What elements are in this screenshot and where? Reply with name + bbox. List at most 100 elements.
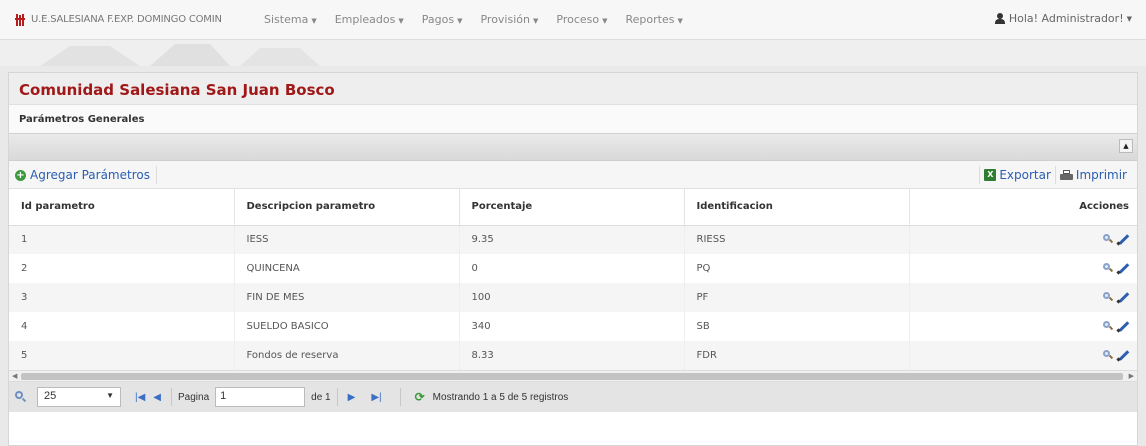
menu-label: Sistema — [264, 13, 309, 26]
menu-label: Proceso — [556, 13, 600, 26]
cell-id: 5 — [9, 341, 235, 370]
page-number-input[interactable]: 1 — [215, 387, 306, 407]
header-decoration — [0, 40, 1146, 66]
cell-id: 4 — [9, 312, 235, 341]
print-label: Imprimir — [1075, 168, 1127, 182]
cell-porcentaje: 0 — [459, 254, 685, 283]
cell-identificacion: FDR — [684, 341, 910, 370]
print-button[interactable]: Imprimir — [1054, 166, 1131, 184]
cell-id: 1 — [9, 225, 235, 254]
export-label: Exportar — [999, 168, 1051, 182]
prev-page-icon[interactable]: ◀ — [153, 392, 161, 403]
view-icon[interactable] — [1103, 349, 1114, 360]
scroll-right-icon[interactable]: ▶ — [1129, 372, 1134, 380]
caret-down-icon: ▼ — [677, 17, 683, 25]
menu-label: Reportes — [625, 13, 675, 26]
cell-descripcion: IESS — [234, 225, 460, 254]
separator — [399, 388, 401, 406]
add-parameter-button[interactable]: + Agregar Parámetros — [15, 166, 157, 184]
cell-porcentaje: 8.33 — [459, 341, 685, 370]
export-button[interactable]: X Exportar — [979, 166, 1055, 184]
excel-icon: X — [984, 169, 997, 181]
next-page-icon[interactable]: ▶ — [348, 392, 356, 403]
refresh-icon[interactable]: ⟳ — [415, 390, 425, 404]
cell-acciones — [909, 283, 1137, 312]
cell-identificacion: PF — [684, 283, 910, 312]
table-row[interactable]: 2 QUINCENA 0 PQ — [9, 254, 1137, 283]
edit-pencil-icon[interactable] — [1116, 320, 1130, 333]
table-row[interactable]: 3 FIN DE MES 100 PF — [9, 283, 1137, 312]
page-count-label: de 1 — [311, 391, 331, 403]
user-menu[interactable]: Hola! Administrador! ▼ — [994, 12, 1132, 25]
cell-id: 2 — [9, 254, 235, 283]
menu-provision[interactable]: Provisión ▼ — [480, 13, 538, 26]
search-icon[interactable] — [15, 391, 27, 403]
user-greeting: Hola! Administrador! — [1008, 12, 1124, 25]
column-header-identificacion[interactable]: Identificacion — [684, 189, 910, 226]
printer-icon — [1059, 169, 1073, 181]
menu-reportes[interactable]: Reportes ▼ — [626, 13, 683, 26]
caret-down-icon: ▼ — [1126, 14, 1132, 23]
caret-down-icon: ▼ — [311, 17, 317, 25]
view-icon[interactable] — [1103, 291, 1114, 302]
menu-empleados[interactable]: Empleados ▼ — [335, 13, 404, 26]
menu-pagos[interactable]: Pagos ▼ — [422, 13, 463, 26]
view-icon[interactable] — [1103, 320, 1114, 331]
column-header-porcentaje[interactable]: Porcentaje — [459, 189, 685, 226]
menu-label: Provisión — [480, 13, 530, 26]
table-header-row: Id parametro Descripcion parametro Porce… — [9, 189, 1137, 226]
parameters-table: Id parametro Descripcion parametro Porce… — [9, 189, 1137, 370]
caret-down-icon: ▼ — [532, 17, 539, 25]
table-row[interactable]: 1 IESS 9.35 RIESS — [9, 225, 1137, 254]
grid-toolbar: + Agregar Parámetros X Exportar Imprimir — [9, 161, 1137, 189]
top-navbar: U.E.SALESIANA F.EXP. DOMINGO COMIN Siste… — [0, 0, 1146, 40]
scroll-thumb[interactable] — [21, 373, 1123, 380]
cell-descripcion: Fondos de reserva — [234, 341, 460, 370]
cell-descripcion: FIN DE MES — [234, 283, 460, 312]
first-page-icon[interactable]: |◀ — [135, 392, 145, 403]
page-title: Comunidad Salesiana San Juan Bosco — [19, 81, 335, 99]
brand[interactable]: U.E.SALESIANA F.EXP. DOMINGO COMIN — [14, 13, 250, 26]
caret-down-icon: ▼ — [602, 17, 608, 25]
cell-porcentaje: 340 — [459, 312, 685, 341]
menu-label: Pagos — [421, 13, 455, 26]
grid-caption-bar: ▲ — [9, 133, 1137, 161]
view-icon[interactable] — [1103, 262, 1114, 273]
column-header-id[interactable]: Id parametro — [9, 189, 235, 226]
edit-pencil-icon[interactable] — [1116, 349, 1130, 362]
menu-label: Empleados — [334, 13, 396, 26]
page-size-select[interactable]: 25 ▼ — [37, 387, 121, 407]
edit-pencil-icon[interactable] — [1116, 233, 1130, 246]
cell-identificacion: PQ — [684, 254, 910, 283]
cell-id: 3 — [9, 283, 235, 312]
menu-proceso[interactable]: Proceso ▼ — [556, 13, 607, 26]
table-row[interactable]: 4 SUELDO BASICO 340 SB — [9, 312, 1137, 341]
collapse-up-icon[interactable]: ▲ — [1119, 139, 1133, 153]
horizontal-scrollbar[interactable]: ◀ ▶ — [9, 370, 1137, 382]
cell-acciones — [909, 341, 1137, 370]
brand-logo-icon — [14, 13, 26, 26]
cell-identificacion: RIESS — [684, 225, 910, 254]
cell-acciones — [909, 225, 1137, 254]
section-title: Parámetros Generales — [9, 105, 1137, 133]
cell-porcentaje: 100 — [459, 283, 685, 312]
scroll-left-icon[interactable]: ◀ — [12, 372, 17, 380]
cell-descripcion: SUELDO BASICO — [234, 312, 460, 341]
column-header-descripcion[interactable]: Descripcion parametro — [234, 189, 460, 226]
view-icon[interactable] — [1103, 233, 1114, 244]
pager: 25 ▼ |◀ ◀ Pagina 1 de 1 ▶ ▶| ⟳ Mostrando… — [9, 382, 1137, 412]
edit-pencil-icon[interactable] — [1116, 291, 1130, 304]
menu-sistema[interactable]: Sistema ▼ — [264, 13, 317, 26]
main-menu: Sistema ▼ Empleados ▼ Pagos ▼ Provisión ▼ Pr… — [264, 13, 701, 26]
cell-descripcion: QUINCENA — [234, 254, 460, 283]
user-icon — [994, 13, 1005, 24]
table-row[interactable]: 5 Fondos de reserva 8.33 FDR — [9, 341, 1137, 370]
cell-acciones — [909, 254, 1137, 283]
cell-identificacion: SB — [684, 312, 910, 341]
dropdown-arrow-icon: ▼ — [106, 391, 114, 400]
edit-pencil-icon[interactable] — [1116, 262, 1130, 275]
page-size-value: 25 — [44, 390, 57, 402]
last-page-icon[interactable]: ▶| — [371, 392, 381, 403]
cell-acciones — [909, 312, 1137, 341]
add-parameter-label: Agregar Parámetros — [30, 168, 150, 182]
